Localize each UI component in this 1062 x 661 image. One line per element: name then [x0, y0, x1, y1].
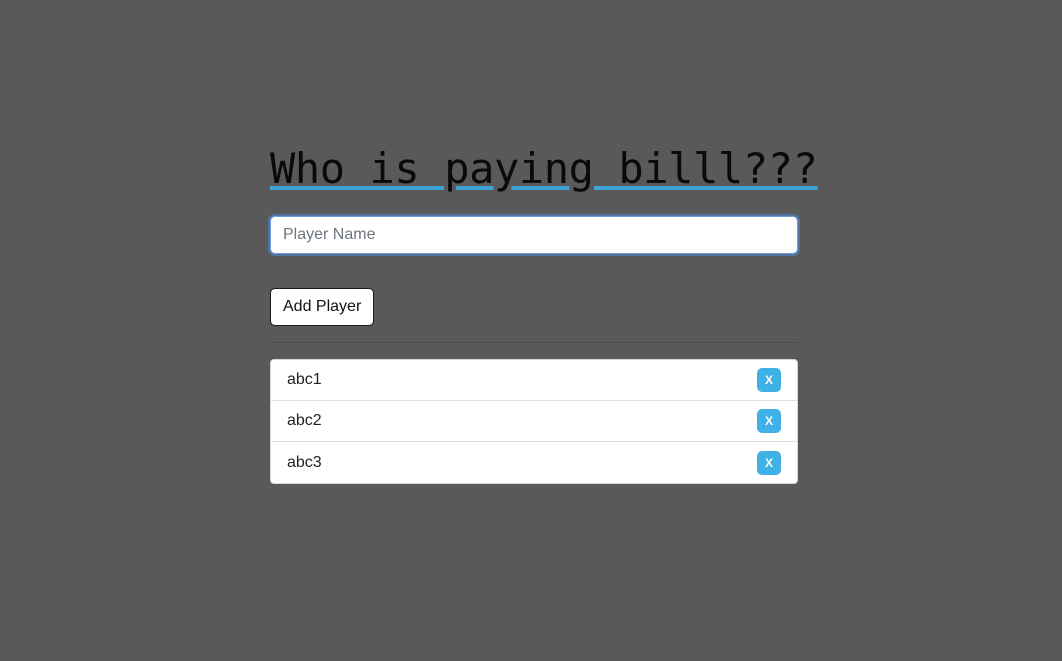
add-player-button[interactable]: Add Player: [270, 288, 375, 326]
player-name: abc3: [287, 453, 322, 471]
app-container: Who is paying billl??? Add Player abc1 X…: [270, 142, 818, 484]
player-list: abc1 X abc2 X abc3 X: [270, 359, 798, 484]
player-name: abc1: [287, 371, 322, 388]
player-name-input[interactable]: [270, 216, 798, 254]
remove-player-button[interactable]: X: [757, 368, 781, 392]
remove-player-button[interactable]: X: [757, 409, 781, 433]
page-title: Who is paying billl???: [270, 144, 818, 193]
divider: [270, 342, 798, 343]
list-item: abc2 X: [271, 401, 797, 442]
list-item: abc3 X: [271, 442, 797, 483]
remove-player-button[interactable]: X: [757, 450, 781, 475]
list-item: abc1 X: [271, 360, 797, 401]
player-name: abc2: [287, 412, 322, 429]
